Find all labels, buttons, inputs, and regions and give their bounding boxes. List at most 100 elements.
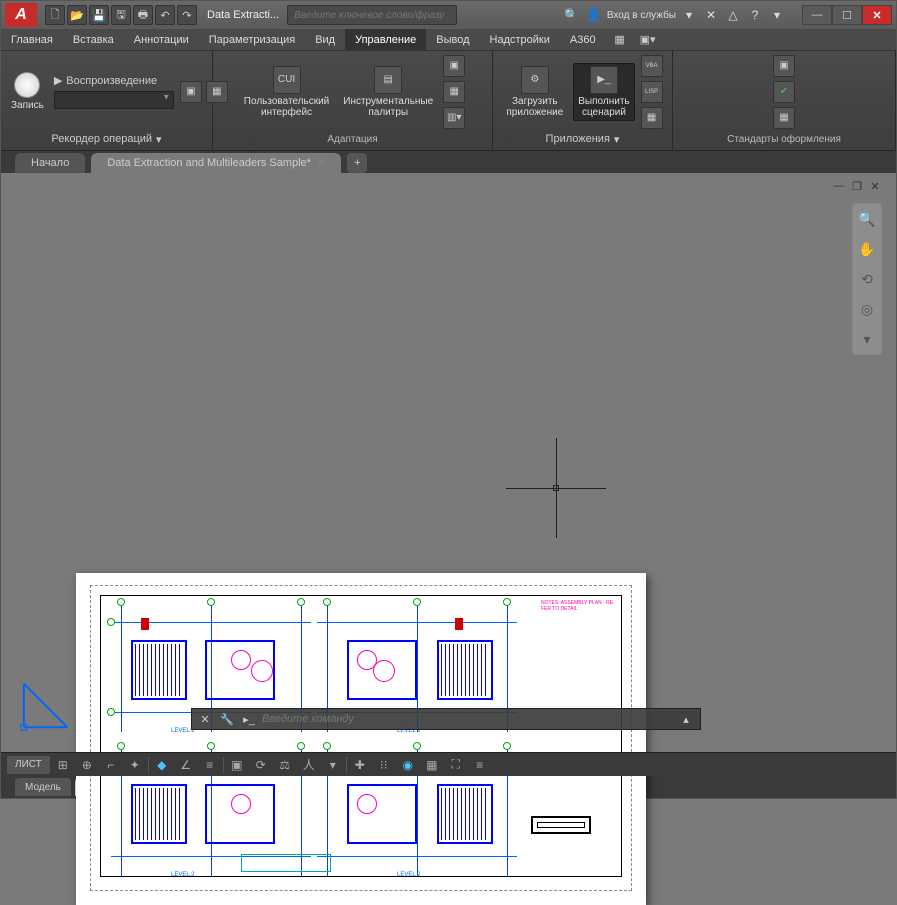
annoscale-icon[interactable]: 人 bbox=[298, 755, 320, 775]
orbit-icon[interactable]: ⟲ bbox=[856, 268, 878, 290]
tab-view[interactable]: Вид bbox=[305, 29, 345, 50]
lisp-icon[interactable]: LISP bbox=[641, 81, 663, 103]
ortho-icon[interactable]: ⌐ bbox=[100, 755, 122, 775]
ucs-icon[interactable] bbox=[19, 674, 77, 732]
pan-icon[interactable]: ✋ bbox=[856, 238, 878, 260]
play-icon: ▶ bbox=[54, 74, 62, 87]
search-box[interactable] bbox=[287, 5, 457, 25]
customize-icon[interactable]: ≡ bbox=[469, 755, 491, 775]
doc-close-icon[interactable]: ✕ bbox=[868, 179, 882, 193]
cmd-expand-icon[interactable]: ▴ bbox=[676, 709, 696, 729]
exchange-icon[interactable]: ✕ bbox=[702, 6, 720, 24]
a360-icon[interactable]: △ bbox=[724, 6, 742, 24]
polar-icon[interactable]: ✦ bbox=[124, 755, 146, 775]
run-script-button[interactable]: ▶_ Выполнить сценарий bbox=[573, 63, 634, 121]
help-dropdown-icon[interactable]: ▾ bbox=[768, 6, 786, 24]
featured-apps-icon[interactable]: ▦ bbox=[606, 29, 634, 50]
tool-palettes-button[interactable]: ▤ Инструментальные палитры bbox=[339, 64, 437, 120]
tab-output[interactable]: Вывод bbox=[426, 29, 479, 50]
export-cui-icon[interactable]: ▦ bbox=[443, 81, 465, 103]
record-button[interactable]: Запись bbox=[7, 70, 48, 113]
quickprops-icon[interactable]: ▣ bbox=[226, 755, 248, 775]
command-line[interactable]: ✕ 🔧 ▸_ ▴ bbox=[191, 708, 701, 730]
status-bar: ЛИСТ ⊞ ⊕ ⌐ ✦ ◆ ∠ ≡ ▣ ⟳ ⚖ 人 ▾ ✚ ⁝⁝ ◉ ▦ ⛶ … bbox=[1, 752, 896, 776]
macro-manager-icon[interactable]: ▣ bbox=[180, 81, 202, 103]
close-button[interactable]: ✕ bbox=[862, 5, 892, 25]
user-icon[interactable]: 👤 bbox=[585, 6, 603, 24]
annoall-icon[interactable]: ▾ bbox=[322, 755, 344, 775]
tab-add-button[interactable]: + bbox=[347, 153, 367, 173]
layer-translator-icon[interactable]: ▦ bbox=[773, 107, 795, 129]
load-application-button[interactable]: ⚙ Загрузить приложение bbox=[502, 64, 567, 120]
schedule-table bbox=[241, 854, 331, 872]
dyninput-icon[interactable]: ⊕ bbox=[76, 755, 98, 775]
print-icon[interactable]: 🖶 bbox=[133, 5, 153, 25]
standards-check-icon[interactable]: ✔ bbox=[773, 81, 795, 103]
vba-icon[interactable]: VBA bbox=[641, 55, 663, 77]
login-dropdown-icon[interactable]: ▾ bbox=[680, 6, 698, 24]
steering-wheel-icon[interactable]: ◎ bbox=[856, 298, 878, 320]
zoom-extents-icon[interactable]: 🔍 bbox=[856, 208, 878, 230]
isolate-icon[interactable]: ▦ bbox=[421, 755, 443, 775]
cmd-close-icon[interactable]: ✕ bbox=[196, 710, 214, 728]
tab-close-icon[interactable]: ✕ bbox=[317, 158, 325, 169]
panel-apps-label: Приложения bbox=[546, 133, 610, 145]
tab-a360[interactable]: A360 bbox=[560, 29, 606, 50]
saveas-icon[interactable]: 🖫 bbox=[111, 5, 131, 25]
redo-icon[interactable]: ↷ bbox=[177, 5, 197, 25]
units-icon[interactable]: ⁝⁝ bbox=[373, 755, 395, 775]
edit-aliases-icon[interactable]: ▥▾ bbox=[443, 107, 465, 129]
panel-dropdown-icon[interactable]: ▾ bbox=[156, 133, 162, 146]
save-icon[interactable]: 💾 bbox=[89, 5, 109, 25]
command-input[interactable] bbox=[262, 713, 672, 725]
navbar-dropdown-icon[interactable]: ▾ bbox=[856, 328, 878, 350]
selection-cycling-icon[interactable]: ⟳ bbox=[250, 755, 272, 775]
login-link[interactable]: Вход в службы bbox=[607, 10, 676, 21]
play-button[interactable]: ▶ Воспроизведение bbox=[54, 74, 174, 87]
undo-icon[interactable]: ↶ bbox=[155, 5, 175, 25]
minimize-button[interactable]: — bbox=[802, 5, 832, 25]
doc-restore-icon[interactable]: ❐ bbox=[850, 179, 864, 193]
cui-icon: CUI bbox=[273, 66, 301, 94]
new-icon[interactable]: 🗋 bbox=[45, 5, 65, 25]
space-badge[interactable]: ЛИСТ bbox=[7, 756, 50, 774]
lineweight-icon[interactable]: ≡ bbox=[199, 755, 221, 775]
import-cui-icon[interactable]: ▣ bbox=[443, 55, 465, 77]
doc-minimize-icon[interactable]: — bbox=[832, 179, 846, 193]
tab-document[interactable]: Data Extraction and Multileaders Sample*… bbox=[91, 153, 341, 173]
action-macro-combo[interactable] bbox=[54, 91, 174, 109]
tab-manage[interactable]: Управление bbox=[345, 29, 426, 50]
cmd-options-icon[interactable]: 🔧 bbox=[218, 710, 236, 728]
panel-standards-label: Стандарты оформления bbox=[679, 130, 889, 148]
standards-config-icon[interactable]: ▣ bbox=[773, 55, 795, 77]
osnap-icon[interactable]: ◆ bbox=[151, 755, 173, 775]
infocenter-search-icon[interactable]: 🔍 bbox=[563, 6, 581, 24]
tab-insert[interactable]: Вставка bbox=[63, 29, 124, 50]
help-icon[interactable]: ? bbox=[746, 6, 764, 24]
tab-annotate[interactable]: Аннотации bbox=[124, 29, 199, 50]
tab-start[interactable]: Начало bbox=[15, 153, 85, 173]
grid-icon[interactable]: ⊞ bbox=[52, 755, 74, 775]
tab-parametric[interactable]: Параметризация bbox=[199, 29, 305, 50]
annotation-scale-icon[interactable]: ⚖ bbox=[274, 755, 296, 775]
model-tab[interactable]: Модель bbox=[15, 778, 71, 796]
document-title: Data Extracti... bbox=[207, 9, 279, 21]
panel-apps-dropdown-icon[interactable]: ▾ bbox=[614, 133, 620, 146]
ribbon-minimize-icon[interactable]: ▣▾ bbox=[634, 29, 662, 50]
hardware-accel-icon[interactable]: ◉ bbox=[397, 755, 419, 775]
search-input[interactable] bbox=[294, 10, 450, 21]
tab-addins[interactable]: Надстройки bbox=[480, 29, 560, 50]
drawing-area[interactable]: — ❐ ✕ 🔍 ✋ ⟲ ◎ ▾ NOTES: ASSEMBLY PLAN - R… bbox=[1, 173, 896, 776]
app-manager-icon[interactable]: ▦ bbox=[641, 107, 663, 129]
tab-home[interactable]: Главная bbox=[1, 29, 63, 50]
paper-space[interactable]: NOTES: ASSEMBLY PLAN - REFER TO DETAIL L… bbox=[76, 573, 646, 905]
maximize-button[interactable]: ☐ bbox=[832, 5, 862, 25]
palettes-icon: ▤ bbox=[374, 66, 402, 94]
cleanscreen-icon[interactable]: ⛶ bbox=[445, 755, 467, 775]
cmd-prompt-icon: ▸_ bbox=[240, 710, 258, 728]
otrack-icon[interactable]: ∠ bbox=[175, 755, 197, 775]
open-icon[interactable]: 📂 bbox=[67, 5, 87, 25]
workspace-icon[interactable]: ✚ bbox=[349, 755, 371, 775]
cui-button[interactable]: CUI Пользовательский интерфейс bbox=[240, 64, 333, 120]
app-logo[interactable]: A bbox=[5, 3, 37, 27]
